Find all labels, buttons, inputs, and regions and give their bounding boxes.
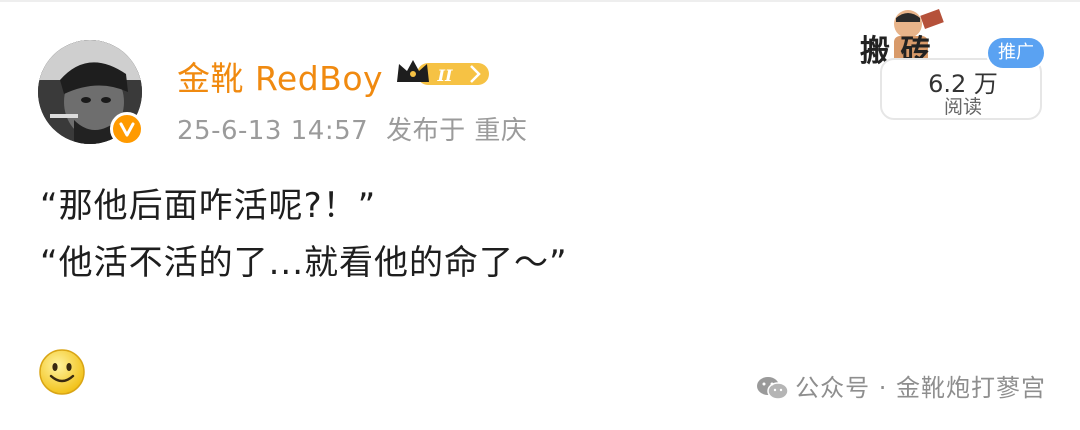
post-meta: 25-6-13 14:57 发布于 重庆 xyxy=(177,110,545,147)
promote-button[interactable]: 推广 xyxy=(988,38,1044,68)
wechat-icon xyxy=(755,375,789,401)
post-location: 发布于 重庆 xyxy=(386,116,528,146)
username[interactable]: 金靴 RedBoy xyxy=(177,52,383,100)
top-divider xyxy=(0,0,1080,2)
watermark: 公众号 · 金靴炮打蓼宫 xyxy=(755,368,1046,403)
verified-badge-icon xyxy=(110,112,144,146)
vip-level-text: II xyxy=(437,66,453,85)
post-text-line-1: “那他后面咋活呢?！” xyxy=(40,186,377,226)
smiley-emoji-icon xyxy=(38,348,86,396)
post-date: 25-6-13 14:57 xyxy=(177,116,369,146)
vip-crown-badge-icon[interactable]: II xyxy=(395,56,493,90)
post-text-line-2: “他活不活的了...就看他的命了～” xyxy=(40,243,568,283)
avatar[interactable] xyxy=(38,40,144,146)
watermark-text: 公众号 · 金靴炮打蓼宫 xyxy=(795,374,1046,402)
views-label: 阅读 xyxy=(943,96,982,118)
